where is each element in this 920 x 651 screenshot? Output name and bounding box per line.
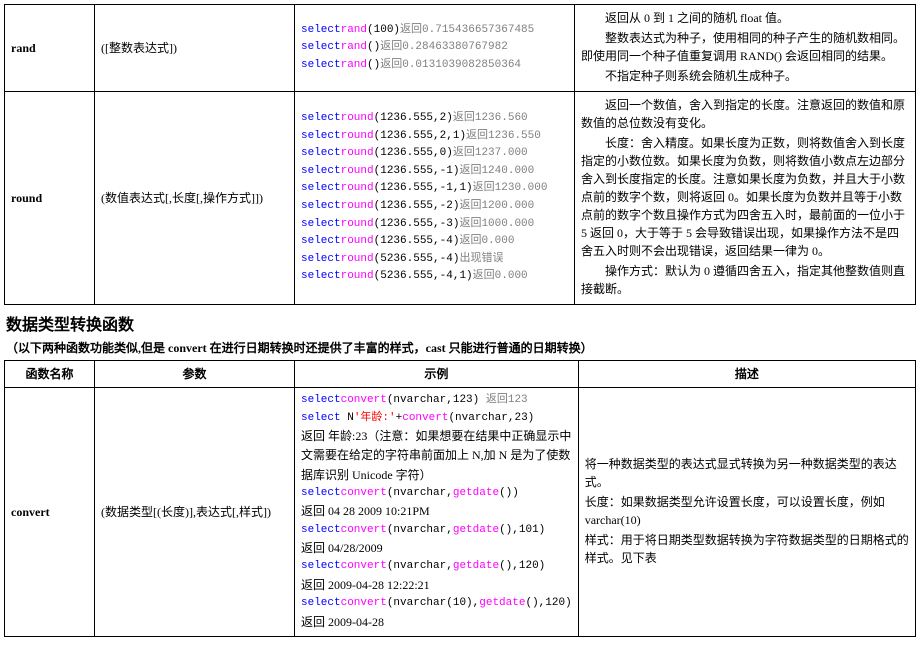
header-desc: 描述: [578, 361, 915, 388]
func-params: (数据类型[(长度)],表达式[,样式]): [95, 388, 295, 637]
table-row: rand([整数表达式])selectrand(100)返回0.71543665…: [5, 5, 916, 92]
code-line: selectround(1236.555,-1)返回1240.000: [301, 163, 568, 181]
code-line: 返回 2009-04-28: [301, 613, 572, 632]
desc-paragraph: 长度：舍入精度。如果长度为正数，则将数值舍入到长度指定的小数位数。如果长度为负数…: [581, 134, 909, 260]
code-line: 返回 04 28 2009 10:21PM: [301, 502, 572, 521]
header-name: 函数名称: [5, 361, 95, 388]
table-row: convert (数据类型[(长度)],表达式[,样式]) selectconv…: [5, 388, 916, 637]
desc-paragraph: 返回从 0 到 1 之间的随机 float 值。: [581, 9, 909, 27]
code-line: selectround(1236.555,2)返回1236.560: [301, 110, 568, 128]
code-line: 返回 04/28/2009: [301, 539, 572, 558]
desc-paragraph: 将一种数据类型的表达式显式转换为另一种数据类型的表达式。: [585, 455, 909, 491]
section-subtitle: （以下两种函数功能类似,但是 convert 在进行日期转换时还提供了丰富的样式…: [6, 339, 916, 356]
code-line: 返回 2009-04-28 12:22:21: [301, 576, 572, 595]
code-line: selectrand()返回0.28463380767982: [301, 39, 568, 57]
func-name: round: [5, 92, 95, 305]
code-line: selectround(1236.555,0)返回1237.000: [301, 145, 568, 163]
func-desc: 返回一个数值，舍入到指定的长度。注意返回的数值和原数值的总位数没有变化。 长度：…: [575, 92, 916, 305]
table-row: round(数值表达式[,长度[,操作方式]])selectround(1236…: [5, 92, 916, 305]
desc-paragraph: 样式：用于将日期类型数据转换为字符数据类型的日期格式的样式。见下表: [585, 531, 909, 567]
func-desc: 返回从 0 到 1 之间的随机 float 值。 整数表达式为种子，使用相同的种…: [575, 5, 916, 92]
code-line: selectrand(100)返回0.715436657367485: [301, 22, 568, 40]
func-desc: 将一种数据类型的表达式显式转换为另一种数据类型的表达式。长度：如果数据类型允许设…: [578, 388, 915, 637]
functions-table-1: rand([整数表达式])selectrand(100)返回0.71543665…: [4, 4, 916, 305]
code-line: selectconvert(nvarchar(10),getdate(),120…: [301, 595, 572, 613]
func-name: convert: [5, 388, 95, 637]
code-line: selectround(1236.555,-1,1)返回1230.000: [301, 180, 568, 198]
desc-paragraph: 返回一个数值，舍入到指定的长度。注意返回的数值和原数值的总位数没有变化。: [581, 96, 909, 132]
code-line: selectrand()返回0.0131039082850364: [301, 57, 568, 75]
func-params: (数值表达式[,长度[,操作方式]]): [95, 92, 295, 305]
code-line: selectround(5236.555,-4,1)返回0.000: [301, 268, 568, 286]
code-line: selectround(1236.555,2,1)返回1236.550: [301, 128, 568, 146]
code-line: select N'年龄:'+convert(nvarchar,23): [301, 410, 572, 428]
section-title: 数据类型转换函数: [6, 311, 916, 335]
func-example: selectrand(100)返回0.715436657367485select…: [295, 5, 575, 92]
code-line: selectconvert(nvarchar,getdate(),120): [301, 558, 572, 576]
header-example: 示例: [295, 361, 579, 388]
desc-paragraph: 不指定种子则系统会随机生成种子。: [581, 67, 909, 85]
desc-paragraph: 长度：如果数据类型允许设置长度，可以设置长度，例如 varchar(10): [585, 493, 909, 529]
func-params: ([整数表达式]): [95, 5, 295, 92]
code-line: selectround(5236.555,-4)出现错误: [301, 251, 568, 269]
func-example: selectconvert(nvarchar,123) 返回123select …: [295, 388, 579, 637]
functions-table-2: 函数名称 参数 示例 描述 convert (数据类型[(长度)],表达式[,样…: [4, 360, 916, 637]
code-line: 返回 年龄:23（注意：如果想要在结果中正确显示中文需要在给定的字符串前面加上 …: [301, 427, 572, 485]
code-line: selectconvert(nvarchar,getdate(),101): [301, 522, 572, 540]
code-line: selectround(1236.555,-3)返回1000.000: [301, 216, 568, 234]
func-example: selectround(1236.555,2)返回1236.560selectr…: [295, 92, 575, 305]
desc-paragraph: 操作方式：默认为 0 遵循四舍五入，指定其他整数值则直接截断。: [581, 262, 909, 298]
header-params: 参数: [95, 361, 295, 388]
code-line: selectconvert(nvarchar,getdate()): [301, 485, 572, 503]
code-line: selectconvert(nvarchar,123) 返回123: [301, 392, 572, 410]
desc-paragraph: 整数表达式为种子，使用相同的种子产生的随机数相同。即使用同一个种子值重复调用 R…: [581, 29, 909, 65]
code-line: selectround(1236.555,-4)返回0.000: [301, 233, 568, 251]
func-name: rand: [5, 5, 95, 92]
code-line: selectround(1236.555,-2)返回1200.000: [301, 198, 568, 216]
